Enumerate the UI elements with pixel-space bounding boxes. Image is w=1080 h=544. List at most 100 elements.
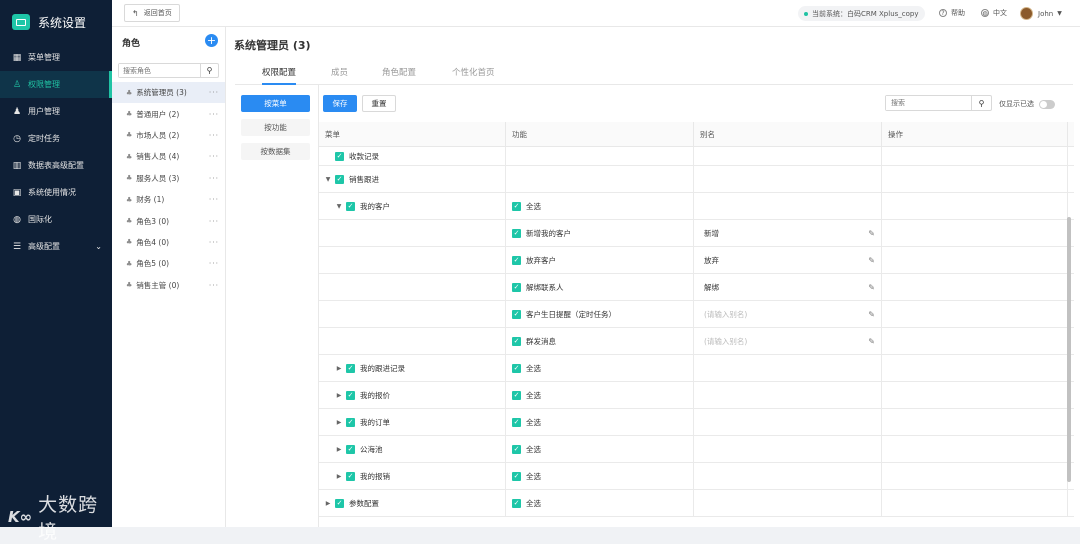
user-menu[interactable]: John ▼ [1020,7,1062,20]
caret-right-icon[interactable]: ▶ [324,500,332,507]
checkbox-checked-icon[interactable]: ✓ [346,471,355,481]
checkbox-checked-icon[interactable]: ✓ [335,151,344,161]
sidebar-item-scheduled-tasks[interactable]: ◷ 定时任务 [0,125,112,152]
checkbox-checked-icon[interactable]: ✓ [512,417,521,427]
checkbox-checked-icon[interactable]: ✓ [512,498,521,508]
sidebar-item-user-manage[interactable]: ♟ 用户管理 [0,98,112,125]
search-icon[interactable]: ⚲ [971,96,991,110]
role-item[interactable]: ♣ 财务 (1) ··· [112,189,225,210]
by-function-tab[interactable]: 按功能 [241,119,310,136]
checkbox-checked-icon[interactable]: ✓ [512,390,521,400]
role-item[interactable]: ♣ 销售主管 (0) ··· [112,275,225,296]
checkbox-checked-icon[interactable]: ✓ [512,471,521,481]
checkbox-checked-icon[interactable]: ✓ [346,417,355,427]
role-label: 销售人员 (4) [136,152,180,162]
edit-pencil-icon[interactable]: ✎ [868,337,875,346]
role-item[interactable]: ♣ 角色3 (0) ··· [112,210,225,231]
table-header: 菜单 功能 别名 操作 [319,122,1074,147]
help-link[interactable]: ? 帮助 [939,8,965,18]
permission-search-input[interactable] [886,96,971,110]
more-icon[interactable]: ··· [209,110,219,119]
caret-right-icon[interactable]: ▶ [335,419,343,426]
vertical-scrollbar[interactable] [1067,217,1071,482]
by-dataset-tab[interactable]: 按数据集 [241,143,310,160]
by-menu-tab[interactable]: 按菜单 [241,95,310,112]
caret-right-icon[interactable]: ▶ [335,446,343,453]
checkbox-checked-icon[interactable]: ✓ [512,309,521,319]
more-icon[interactable]: ··· [209,238,219,247]
checkbox-checked-icon[interactable]: ✓ [346,444,355,454]
checkbox-checked-icon[interactable]: ✓ [346,390,355,400]
checkbox-checked-icon[interactable]: ✓ [512,228,521,238]
checkbox-checked-icon[interactable]: ✓ [512,363,521,373]
more-icon[interactable]: ··· [209,195,219,204]
add-role-button[interactable]: + [205,34,218,47]
caret-down-icon[interactable]: ▼ [335,203,343,210]
checkbox-checked-icon[interactable]: ✓ [512,336,521,346]
caret-down-icon[interactable]: ▼ [324,176,332,183]
caret-right-icon[interactable]: ▶ [335,392,343,399]
edit-pencil-icon[interactable]: ✎ [868,256,875,265]
col-actions: 操作 [882,122,1068,146]
checkbox-checked-icon[interactable]: ✓ [512,444,521,454]
actions-cell [882,355,1068,381]
sidebar-item-permission-manage[interactable]: ♙ 权限管理 [0,71,112,98]
checkbox-checked-icon[interactable]: ✓ [512,255,521,265]
search-icon[interactable]: ⚲ [200,64,218,77]
edit-pencil-icon[interactable]: ✎ [868,229,875,238]
more-icon[interactable]: ··· [209,259,219,268]
edit-pencil-icon[interactable]: ✎ [868,310,875,319]
function-label: 全选 [526,471,541,481]
checkbox-checked-icon[interactable]: ✓ [346,201,355,211]
users-icon: ♣ [126,131,133,140]
role-item[interactable]: ♣ 普通用户 (2) ··· [112,103,225,124]
more-icon[interactable]: ··· [209,281,219,290]
tab-members[interactable]: 成员 [331,66,348,78]
function-cell: ✓ 全选 [506,193,694,219]
back-home-button[interactable]: ↰ 返回首页 [124,4,180,22]
more-icon[interactable]: ··· [209,131,219,140]
alias-cell[interactable]: (请输入别名) ✎ [694,328,882,354]
back-home-label: 返回首页 [143,9,172,17]
menu-cell: ▶ ✓ 我的报价 [319,382,506,408]
sidebar-item-advanced-config[interactable]: ☰ 高级配置 ⌄ [0,233,112,260]
sidebar-item-system-usage[interactable]: ▣ 系统使用情况 [0,179,112,206]
language-switch[interactable]: ◍ 中文 [981,8,1007,18]
checkbox-checked-icon[interactable]: ✓ [335,174,344,184]
alias-cell[interactable]: 放弃 ✎ [694,247,882,273]
menu-cell: ✓ 收款记录 [319,147,506,165]
more-icon[interactable]: ··· [209,152,219,161]
only-selected-toggle-wrap: 仅显示已选 [999,99,1055,109]
alias-cell [694,409,882,435]
only-selected-toggle[interactable] [1039,99,1055,109]
checkbox-checked-icon[interactable]: ✓ [512,282,521,292]
sidebar-item-menu-manage[interactable]: ▦ 菜单管理 [0,44,112,71]
role-item[interactable]: ♣ 系统管理员 (3) ··· [112,82,225,104]
sidebar-item-table-config[interactable]: ▥ 数据表高级配置 [0,152,112,179]
role-item[interactable]: ♣ 服务人员 (3) ··· [112,168,225,189]
edit-pencil-icon[interactable]: ✎ [868,283,875,292]
alias-cell[interactable]: (请输入别名) ✎ [694,301,882,327]
checkbox-checked-icon[interactable]: ✓ [346,363,355,373]
sidebar-item-i18n[interactable]: ◍ 国际化 [0,206,112,233]
tab-personal-home[interactable]: 个性化首页 [452,66,495,78]
more-icon[interactable]: ··· [209,174,219,183]
role-item[interactable]: ♣ 角色4 (0) ··· [112,232,225,253]
more-icon[interactable]: ··· [209,217,219,226]
caret-right-icon[interactable]: ▶ [335,473,343,480]
more-icon[interactable]: ··· [209,88,219,97]
tab-role-config[interactable]: 角色配置 [382,66,416,78]
role-search-input[interactable] [119,64,200,77]
reset-button[interactable]: 重置 [362,95,396,112]
save-button[interactable]: 保存 [323,95,357,112]
bar-chart-icon: ▥ [12,160,22,171]
alias-cell[interactable]: 解绑 ✎ [694,274,882,300]
checkbox-checked-icon[interactable]: ✓ [512,201,521,211]
tab-permission-config[interactable]: 权限配置 [262,66,297,85]
alias-cell[interactable]: 新增 ✎ [694,220,882,246]
role-item[interactable]: ♣ 角色5 (0) ··· [112,253,225,274]
role-item[interactable]: ♣ 市场人员 (2) ··· [112,125,225,146]
checkbox-checked-icon[interactable]: ✓ [335,498,344,508]
caret-right-icon[interactable]: ▶ [335,365,343,372]
role-item[interactable]: ♣ 销售人员 (4) ··· [112,146,225,167]
